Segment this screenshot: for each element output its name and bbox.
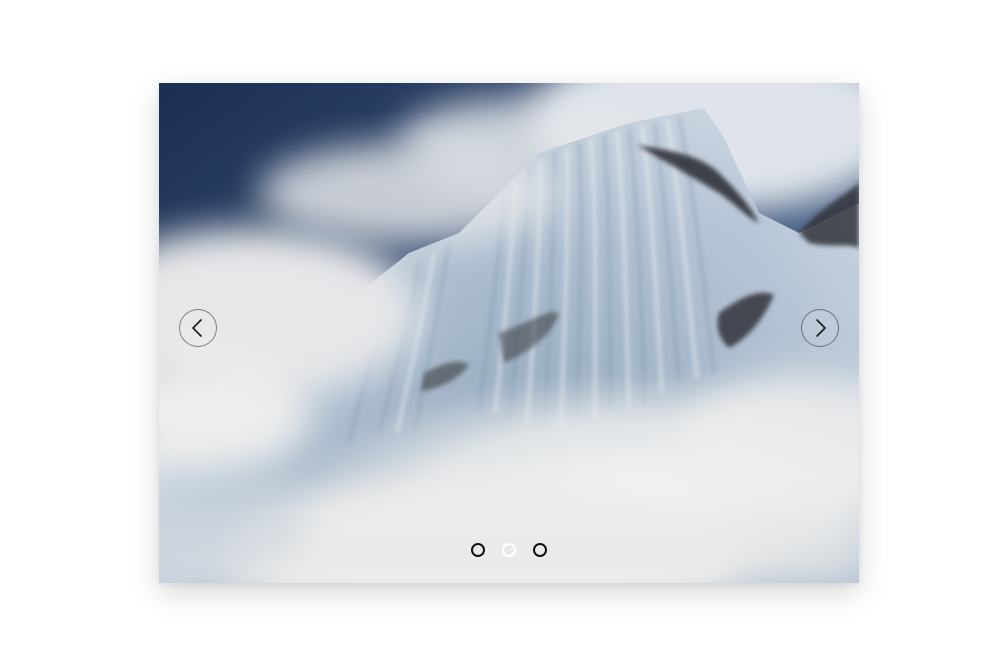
next-slide-button[interactable] bbox=[801, 309, 839, 347]
slide-dot-2[interactable] bbox=[502, 543, 516, 557]
slide-image bbox=[159, 83, 859, 583]
slide-dot-1[interactable] bbox=[471, 543, 485, 557]
image-slider bbox=[159, 83, 859, 583]
page bbox=[0, 0, 997, 669]
slide-pagination bbox=[159, 543, 859, 557]
chevron-right-icon bbox=[816, 319, 826, 337]
chevron-left-icon bbox=[192, 319, 202, 337]
previous-slide-button[interactable] bbox=[179, 309, 217, 347]
slide-dot-3[interactable] bbox=[533, 543, 547, 557]
